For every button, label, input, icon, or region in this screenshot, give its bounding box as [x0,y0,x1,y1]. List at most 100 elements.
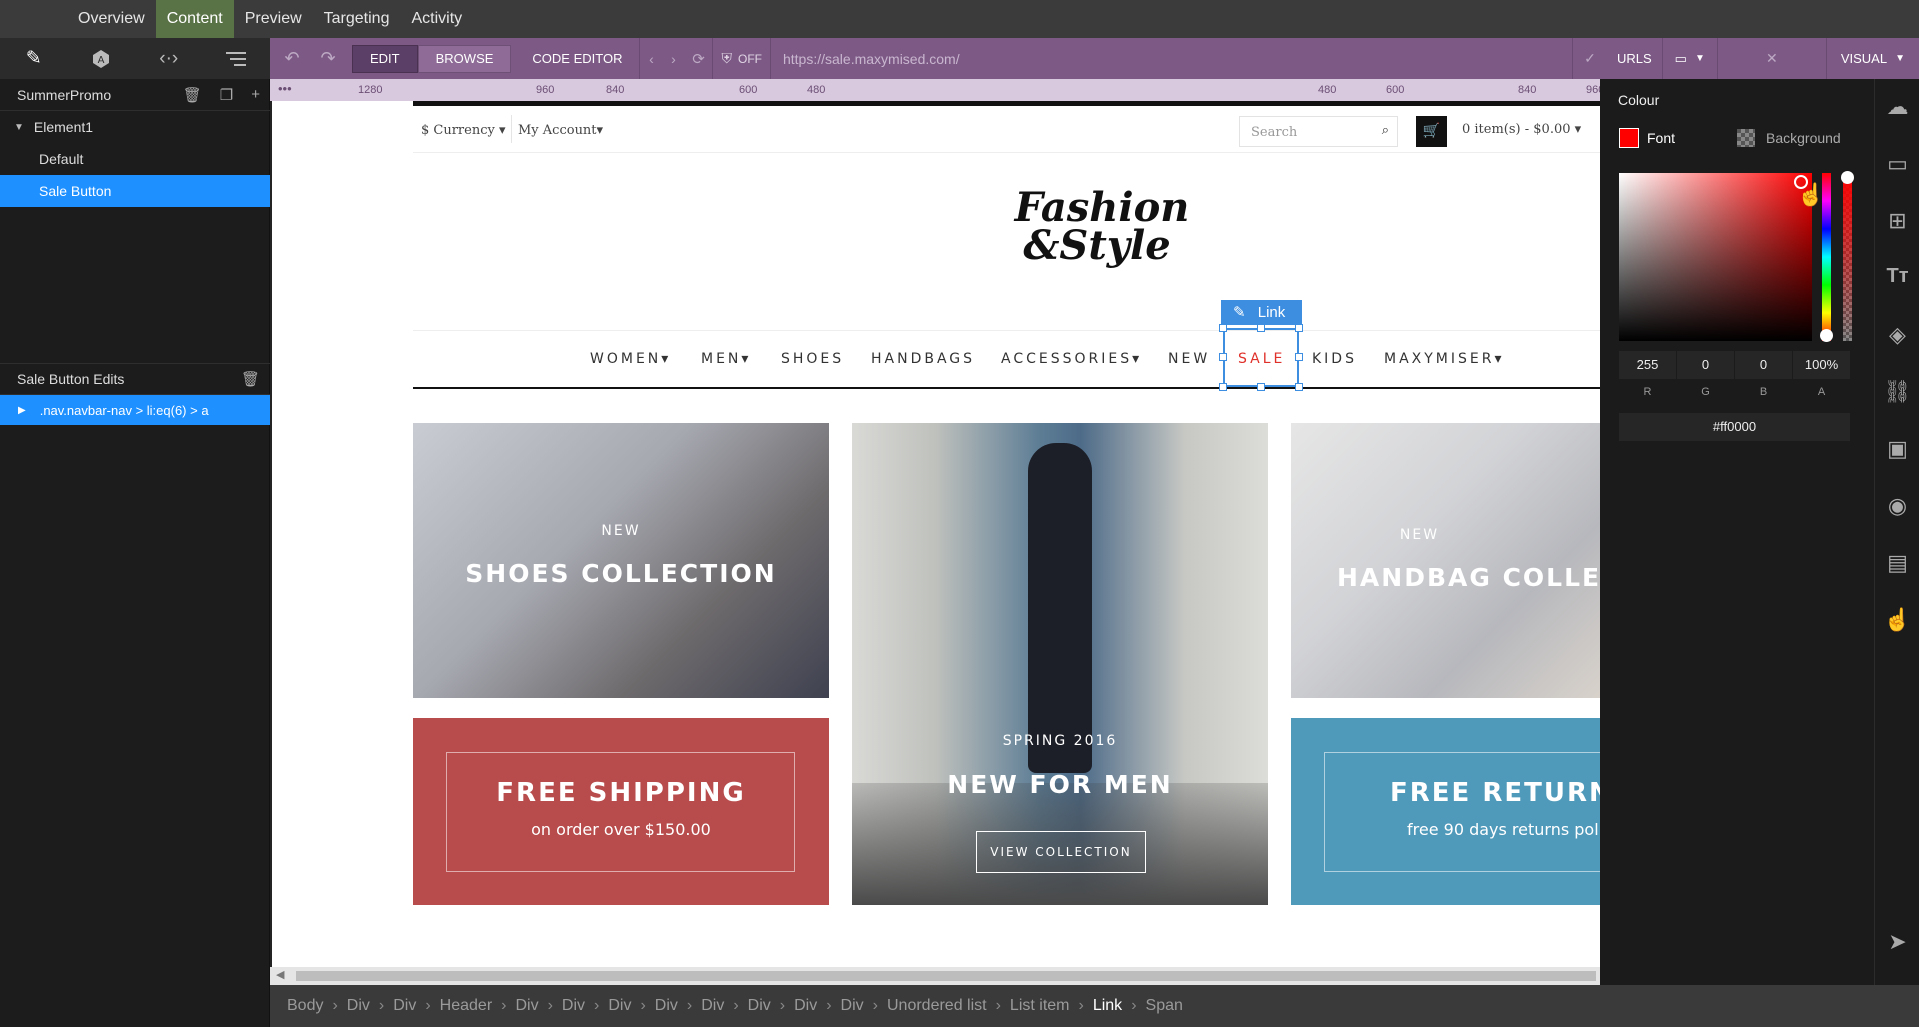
more-icon[interactable]: ••• [278,81,292,96]
saturation-picker[interactable] [1619,173,1812,341]
device-dropdown[interactable]: ▭ ▼ [1663,51,1717,67]
folder-icon[interactable]: ▭ [1875,151,1919,177]
tab-preview[interactable]: Preview [234,0,313,38]
breadcrumb-item[interactable]: Div [748,997,771,1015]
page-canvas[interactable]: $ Currency ▾ My Account▾ Search ⌕ 🛒 0 it… [272,101,1600,967]
back-icon[interactable]: ‹ [640,51,662,67]
handbag-collection-tile[interactable]: NEW HANDBAG COLLEC [1291,423,1600,698]
resize-handle[interactable] [1295,383,1303,391]
breadcrumb-item[interactable]: List item [1010,997,1070,1015]
selected-element-tag[interactable]: ✎ Link [1221,300,1302,325]
text-size-icon[interactable]: Tт [1875,265,1919,288]
forward-icon[interactable]: › [662,51,684,67]
background-colour-swatch[interactable] [1737,129,1755,147]
nav-shoes[interactable]: SHOES [781,351,844,367]
plus-icon[interactable]: + [251,86,260,104]
nav-kids[interactable]: KIDS [1312,351,1357,367]
resize-handle[interactable] [1295,353,1303,361]
variant-default[interactable]: Default [0,143,270,175]
scroll-left-icon[interactable]: ◀ [276,968,284,981]
nav-maxymiser[interactable]: MAXYMISER▾ [1384,351,1505,367]
breakpoint-ruler[interactable]: ••• 1280 960 840 600 480 480 600 840 960 [270,79,1604,101]
resize-handle[interactable] [1257,383,1265,391]
red-input[interactable]: 255 [1619,351,1676,379]
scroll-thumb[interactable] [296,971,1596,981]
breadcrumb-item[interactable]: Div [608,997,631,1015]
trash-icon[interactable]: 🗑 [241,370,260,388]
horizontal-scrollbar[interactable]: ◀ [270,967,1600,985]
tab-activity[interactable]: Activity [400,0,473,38]
tab-overview[interactable]: Overview [67,0,156,38]
sort-lines-icon[interactable] [203,38,271,79]
search-icon[interactable]: ⌕ [1382,123,1389,138]
nav-handbags[interactable]: HANDBAGS [871,351,975,367]
variant-sale-button[interactable]: Sale Button [0,175,270,207]
caret-right-icon[interactable]: ▶ [18,405,26,416]
eye-icon[interactable]: ◉ [1875,493,1919,519]
check-icon[interactable]: ✓ [1573,50,1607,67]
duplicate-icon[interactable]: ❐ [220,86,233,104]
selection-box[interactable] [1223,328,1299,387]
resize-handle[interactable] [1257,324,1265,332]
breadcrumb-item[interactable]: Div [347,997,370,1015]
redo-icon[interactable]: ↷ [310,48,346,69]
browse-button[interactable]: BROWSE [417,44,512,73]
shoes-collection-tile[interactable]: NEW SHOES COLLECTION [413,423,829,698]
pencil-icon[interactable]: ✎ [0,38,68,79]
undo-icon[interactable]: ↶ [274,48,310,69]
hex-input[interactable]: #ff0000 [1619,413,1850,441]
green-input[interactable]: 0 [1677,351,1734,379]
edit-selector-row[interactable]: ▶ .nav.navbar-nav > li:eq(6) > a [0,395,270,425]
alpha-handle[interactable] [1841,171,1854,184]
alpha-input[interactable]: 100% [1793,351,1850,379]
cart-icon[interactable]: 🛒 [1416,116,1447,147]
touch-icon[interactable]: ☝ [1875,607,1919,633]
tab-targeting[interactable]: Targeting [313,0,401,38]
breadcrumb-item[interactable]: Body [287,997,323,1015]
add-box-icon[interactable]: ⊞ [1875,208,1919,234]
resize-handle[interactable] [1219,383,1227,391]
breadcrumb-item[interactable]: Div [562,997,585,1015]
code-arrows-icon[interactable]: ‹·› [135,38,203,79]
trash-icon[interactable]: 🗑 [183,86,202,104]
breadcrumb-item[interactable]: Header [440,997,492,1015]
caret-down-icon[interactable]: ▼ [14,122,24,133]
font-colour-swatch[interactable] [1619,128,1639,148]
background-label[interactable]: Background [1766,130,1841,146]
cloud-download-icon[interactable]: ☁ [1875,94,1919,120]
breadcrumb-item[interactable]: Div [655,997,678,1015]
search-input[interactable]: Search ⌕ [1239,116,1398,147]
free-shipping-tile[interactable]: FREE SHIPPING on order over $150.00 [413,718,829,905]
breadcrumb-item[interactable]: Div [701,997,724,1015]
reload-icon[interactable]: ⟳ [684,50,712,68]
nav-new[interactable]: NEW [1168,351,1210,367]
tab-content[interactable]: Content [155,0,234,38]
send-icon[interactable]: ➤ [1875,929,1919,955]
edit-button[interactable]: EDIT [352,44,418,73]
url-field[interactable]: https://sale.maxymised.com/ [771,38,1572,79]
image-icon[interactable]: ▣ [1875,436,1919,462]
cart-summary[interactable]: 0 item(s) - $0.00 ▾ [1462,122,1581,137]
hue-handle[interactable] [1820,329,1833,342]
link-icon[interactable]: ⛓ [1875,379,1919,405]
shield-toggle[interactable]: ⛨ OFF [713,50,770,67]
nav-accessories[interactable]: ACCESSORIES▾ [1001,351,1142,367]
close-icon[interactable]: ✕ [1760,50,1784,67]
ruler-icon[interactable]: ▤ [1875,550,1919,576]
currency-dropdown[interactable]: $ Currency ▾ [421,123,506,138]
view-collection-button[interactable]: VIEW COLLECTION [976,831,1146,873]
breadcrumb-item[interactable]: Span [1146,997,1183,1015]
blue-input[interactable]: 0 [1735,351,1792,379]
breadcrumb-item[interactable]: Div [393,997,416,1015]
free-returns-tile[interactable]: FREE RETURNS free 90 days returns policy [1291,718,1600,905]
paint-bucket-icon[interactable]: ◈ [1875,322,1919,348]
alpha-slider[interactable] [1843,173,1852,341]
my-account-dropdown[interactable]: My Account▾ [518,123,603,138]
breadcrumb-item[interactable]: Div [794,997,817,1015]
element-row[interactable]: ▼ Element1 [0,111,270,143]
nav-women[interactable]: WOMEN▾ [590,351,671,367]
breadcrumb-item[interactable]: Div [515,997,538,1015]
nav-men[interactable]: MEN▾ [701,351,751,367]
breadcrumb-item[interactable]: Div [841,997,864,1015]
font-label[interactable]: Font [1647,130,1675,146]
